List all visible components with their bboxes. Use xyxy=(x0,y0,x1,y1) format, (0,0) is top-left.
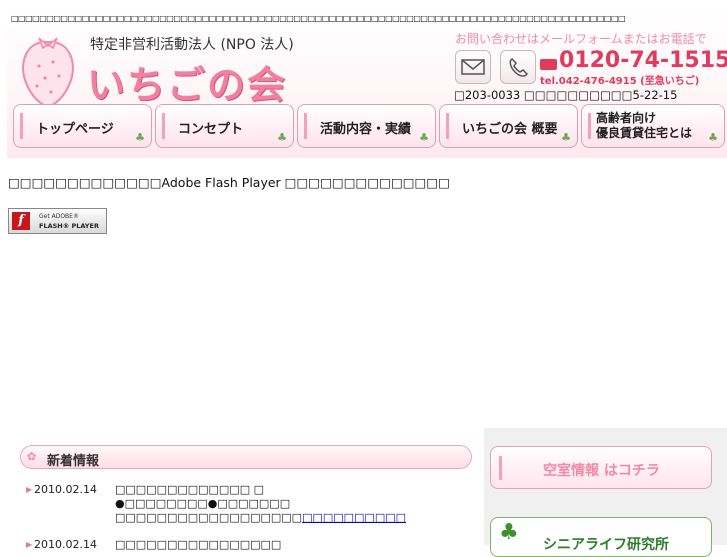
nav-bar-decoration xyxy=(446,113,449,139)
main-nav: トップページ ♣ コンセプト ♣ 活動内容・実績 ♣ いちごの会 概要 ♣ 高齢… xyxy=(12,104,727,150)
vacancy-info-button[interactable]: 空室情報 はコチラ xyxy=(490,446,712,489)
phone-button[interactable] xyxy=(500,50,536,84)
nav-label: コンセプト xyxy=(178,122,244,137)
vacancy-label: 空室情報 はコチラ xyxy=(543,463,660,479)
nav-label: いちごの会 概要 xyxy=(462,122,558,137)
header-top-text: □□□□□□□□□□□□□□□□□□□□□□□□□□□□□□□□□□□□□□□□… xyxy=(11,14,626,23)
mail-button[interactable] xyxy=(455,50,491,84)
org-type: 特定非営利活動法人 (NPO 法人) xyxy=(90,37,294,53)
contact-heading: お問い合わせはメールフォームまたはお電話で xyxy=(455,32,707,46)
nav-label: 活動内容・実績 xyxy=(320,122,412,137)
site-logo[interactable]: 特定非営利活動法人 (NPO 法人) いちごの会 xyxy=(17,30,307,110)
clover-icon: ♣ xyxy=(419,131,429,144)
button-bar-decoration xyxy=(499,456,502,480)
tel-sub-number: tel.042-476-4915 (至急いちご) xyxy=(540,76,700,87)
news-title: 新着情報 xyxy=(47,454,100,469)
site-header: □□□□□□□□□□□□□□□□□□□□□□□□□□□□□□□□□□□□□□□□… xyxy=(7,8,727,158)
nav-label: トップページ xyxy=(36,122,114,137)
nav-bar-decoration xyxy=(20,113,23,139)
nav-bar-decoration xyxy=(588,113,591,139)
news-header: ✿ 新着情報 xyxy=(20,445,472,469)
nav-label-line1: 高齢者向け xyxy=(596,111,657,125)
flash-badge-line2: FLASH® PLAYER xyxy=(39,222,99,230)
org-name: いちごの会 xyxy=(87,63,288,107)
nav-label-line2: 優良賃貸住宅とは xyxy=(596,126,693,140)
nav-top-page[interactable]: トップページ ♣ xyxy=(13,104,152,148)
phone-icon xyxy=(509,58,528,77)
senior-life-lab-button[interactable]: ♣ シニアライフ研究所 xyxy=(490,517,712,557)
tel-free-number[interactable]: 0120-74-1515 xyxy=(559,48,727,73)
nav-activities[interactable]: 活動内容・実績 ♣ xyxy=(297,104,436,148)
news-entry-text: □□□□□□□□□□□□□□□□□□ xyxy=(115,511,303,524)
nav-label: 高齢者向け 優良賃貸住宅とは xyxy=(596,111,692,141)
clover-icon: ♣ xyxy=(561,131,571,144)
news-entry-line: ●□□□□□□□□●□□□□□□□ xyxy=(115,497,291,510)
flash-badge-line1: Get ADOBE® xyxy=(39,213,79,220)
nav-concept[interactable]: コンセプト ♣ xyxy=(155,104,294,148)
get-flash-player-button[interactable]: f Get ADOBE® FLASH® PLAYER xyxy=(8,208,107,234)
clover-icon: ♣ xyxy=(708,131,718,144)
news-entry-link[interactable]: □□□□□□□□□□ xyxy=(302,511,406,524)
strawberry-logo-icon xyxy=(22,37,74,108)
address: □203-0033 □□□□□□□□□□5-22-15 xyxy=(454,88,678,102)
nav-overview[interactable]: いちごの会 概要 ♣ xyxy=(439,104,578,148)
news-entry-line: □□□□□□□□□□□□□□□□□□□□□□□□□□□□ xyxy=(115,511,406,524)
mail-icon xyxy=(461,59,485,75)
freecall-icon xyxy=(540,59,557,70)
flash-logo-icon: f xyxy=(12,212,30,230)
nav-bar-decoration xyxy=(162,113,165,139)
clover-icon: ♣ xyxy=(277,131,287,144)
clover-icon: ♣ xyxy=(135,131,145,144)
news-bullet-icon: ▶ xyxy=(26,485,33,494)
flower-dots-icon: ✿ xyxy=(27,450,37,463)
flash-required-message: □□□□□□□□□□□□□Adobe Flash Player □□□□□□□□… xyxy=(8,175,450,190)
news-entry-line: □□□□□□□□□□□□□ □ xyxy=(115,483,264,496)
senior-life-lab-label: シニアライフ研究所 xyxy=(543,537,669,553)
nav-bar-decoration xyxy=(304,113,307,139)
clover-icon: ♣ xyxy=(499,520,519,545)
nav-senior-housing[interactable]: 高齢者向け 優良賃貸住宅とは ♣ xyxy=(581,104,725,148)
news-date: 2010.02.14 xyxy=(34,483,97,496)
